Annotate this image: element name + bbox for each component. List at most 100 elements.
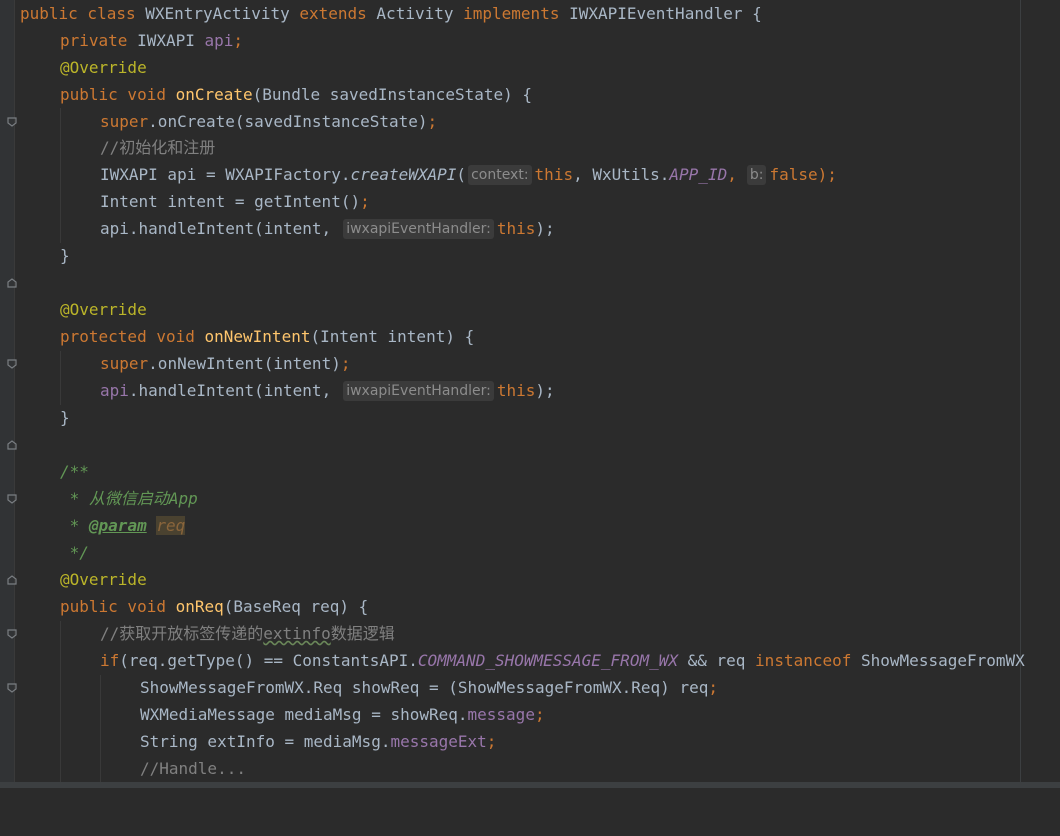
code-text: , WxUtils. <box>573 165 670 184</box>
code-text: (Intent intent) { <box>310 327 475 346</box>
close-paren: ); <box>535 381 555 400</box>
field-name: api <box>100 381 129 400</box>
doc-param-ref: req <box>156 516 186 535</box>
doc-comment: * 从微信启动App <box>60 489 198 508</box>
keyword: this <box>496 219 536 238</box>
semicolon: ; <box>340 354 351 373</box>
code-line-18: * @param req <box>0 512 1060 539</box>
code-line-1: public class WXEntryActivity extends Act… <box>0 0 1060 27</box>
method-name: onNewIntent <box>204 327 311 346</box>
method-name: onCreate <box>175 85 253 104</box>
code-line-11: @Override <box>0 296 1060 323</box>
constant: APP_ID <box>669 165 728 184</box>
interface-name: IWXAPIEventHandler { <box>569 4 762 23</box>
code-line-15: } <box>0 404 1060 450</box>
code-text: Intent intent = getIntent() <box>100 192 361 211</box>
annotation: @Override <box>60 300 147 319</box>
code-line-25: WXMediaMessage mediaMsg = showReq.messag… <box>0 701 1060 728</box>
semicolon: ; <box>486 732 497 751</box>
annotation: @Override <box>60 570 147 589</box>
parameter-hint: iwxapiEventHandler: <box>343 219 494 239</box>
fold-end-icon[interactable] <box>7 440 17 450</box>
code-text: (BaseReq req) { <box>223 597 369 616</box>
semicolon: ; <box>534 705 545 724</box>
horizontal-scrollbar[interactable] <box>0 782 1060 788</box>
keyword: implements <box>463 4 570 23</box>
base-class: Activity <box>376 4 464 23</box>
keyword: this <box>496 381 536 400</box>
code-line-19: */ <box>0 539 1060 585</box>
code-text: .onCreate(savedInstanceState) <box>148 112 428 131</box>
doc-comment: */ <box>60 543 89 562</box>
close-paren: ); <box>817 165 837 184</box>
keyword: public void <box>60 85 176 104</box>
code-line-8: Intent intent = getIntent(); <box>0 188 1060 215</box>
comment: //获取开放标签传递的 <box>100 624 264 643</box>
code-text: && req <box>677 651 756 670</box>
semicolon: ; <box>427 112 438 131</box>
keyword: private <box>60 31 138 50</box>
doc-comment: * <box>60 516 89 535</box>
code-editor[interactable]: public class WXEntryActivity extends Act… <box>0 0 1060 788</box>
parameter-hint: iwxapiEventHandler: <box>343 381 494 401</box>
field-name: message <box>467 705 535 724</box>
code-line-7: IWXAPI api = WXAPIFactory.createWXAPI(co… <box>0 161 1060 188</box>
code-line-2: private IWXAPI api; <box>0 27 1060 54</box>
parameter-hint: context: <box>468 165 532 185</box>
keyword: super <box>100 354 149 373</box>
code-line-10: } <box>0 242 1060 288</box>
code-line-5: super.onCreate(savedInstanceState); <box>0 108 1060 135</box>
field-name: messageExt <box>390 732 487 751</box>
code-line-20: @Override <box>0 566 1060 593</box>
code-line-17: * 从微信启动App <box>0 485 1060 512</box>
code-text: ShowMessageFromWX.Req showReq = (ShowMes… <box>140 678 709 697</box>
type-name: IWXAPI <box>137 31 205 50</box>
code-text: .onNewIntent(intent) <box>148 354 341 373</box>
code-text: api.handleIntent(intent, <box>100 219 332 238</box>
fold-end-icon[interactable] <box>7 278 17 288</box>
keyword: protected void <box>60 327 205 346</box>
code-text: (Bundle savedInstanceState) { <box>252 85 533 104</box>
keyword: instanceof <box>755 651 862 670</box>
keyword: extends <box>299 4 377 23</box>
semicolon: ; <box>708 678 718 697</box>
method-name: onReq <box>175 597 224 616</box>
code-line-6: //初始化和注册 <box>0 134 1060 161</box>
comment: 数据逻辑 <box>330 624 395 643</box>
keyword: if <box>100 651 120 670</box>
comment-typo: extinfo <box>263 624 331 643</box>
code-line-27: //Handle... <box>0 755 1060 782</box>
comment: //初始化和注册 <box>100 138 216 157</box>
doc-tag: @param <box>88 516 147 535</box>
code-text: ShowMessageFromWX <box>861 651 1025 670</box>
parameter-hint: b: <box>746 165 767 185</box>
code-line-23: if(req.getType() == ConstantsAPI.COMMAND… <box>0 647 1060 693</box>
annotation: @Override <box>60 58 147 77</box>
code-line-9: api.handleIntent(intent, iwxapiEventHandl… <box>0 215 1060 242</box>
keyword: super <box>100 112 149 131</box>
code-line-3: @Override <box>0 54 1060 81</box>
static-method: createWXAPI <box>350 165 457 184</box>
code-line-14: api.handleIntent(intent, iwxapiEventHandl… <box>0 377 1060 404</box>
doc-comment: /** <box>60 462 89 481</box>
close-paren: ); <box>535 219 555 238</box>
code-text: WXMediaMessage mediaMsg = showReq. <box>140 705 468 724</box>
code-text: String extInfo = mediaMsg. <box>140 732 391 751</box>
code-text: (req.getType() == ConstantsAPI. <box>119 651 418 670</box>
keyword: public void <box>60 597 176 616</box>
code-text: .handleIntent(intent, <box>128 381 332 400</box>
code-text: IWXAPI api = WXAPIFactory. <box>100 165 351 184</box>
constant: COMMAND_SHOWMESSAGE_FROM_WX <box>417 651 678 670</box>
class-name: WXEntryActivity <box>145 4 300 23</box>
code-line-12: protected void onNewIntent(Intent intent… <box>0 323 1060 369</box>
code-line-4: public void onCreate(Bundle savedInstanc… <box>0 81 1060 127</box>
code-line-21: public void onReq(BaseReq req) { <box>0 593 1060 639</box>
comment: //Handle... <box>140 759 246 778</box>
semicolon: ; <box>360 192 370 211</box>
keyword: false <box>769 165 818 184</box>
semicolon: ; <box>233 31 244 50</box>
keyword: this <box>534 165 574 184</box>
field-name: api <box>204 31 234 50</box>
paren: ( <box>456 165 467 184</box>
keyword: public class <box>20 4 146 23</box>
